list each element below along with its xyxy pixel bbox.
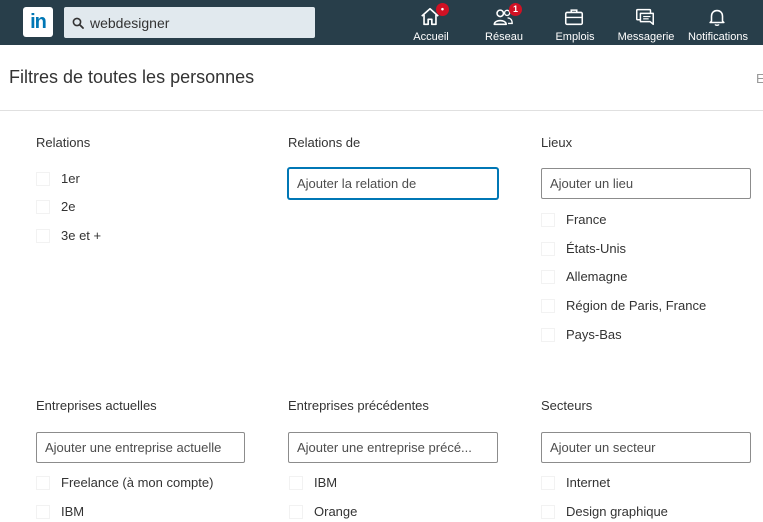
option-label: 2e (61, 199, 76, 214)
page-title: Filtres de toutes les personnes (9, 67, 255, 87)
briefcase-icon (564, 9, 584, 26)
option-relation-3[interactable]: 3e et + (36, 228, 101, 243)
checkbox[interactable] (36, 228, 50, 243)
nav-network[interactable]: 1 Réseau (484, 0, 524, 45)
section-entreprises-precedentes: Entreprises précédentes (288, 398, 429, 413)
option-relation-1[interactable]: 1er (36, 171, 80, 186)
option-secteur-2[interactable]: Design graphique (541, 504, 668, 519)
option-label: 3e et + (61, 228, 102, 243)
option-label: Pays-Bas (566, 327, 622, 342)
checkbox[interactable] (36, 171, 50, 186)
checkbox[interactable] (541, 212, 555, 227)
header-cut-text: E (756, 71, 763, 86)
checkbox[interactable] (541, 327, 555, 342)
section-title-entreprises-actuelles: Entreprises actuelles (36, 398, 157, 413)
home-badge: • (436, 3, 449, 16)
section-title-lieux: Lieux (541, 135, 573, 150)
option-label: Freelance (à mon compte) (61, 475, 214, 490)
option-entreprise-actuelle-1[interactable]: Freelance (à mon compte) (36, 475, 213, 490)
lieux-field[interactable] (541, 168, 751, 199)
search-input[interactable] (90, 8, 310, 37)
filters-header: Filtres de toutes les personnes E (0, 45, 763, 111)
option-label: IBM (61, 504, 85, 519)
secteurs-field[interactable] (541, 432, 751, 463)
section-entreprises-actuelles: Entreprises actuelles (36, 398, 157, 413)
section-lieux: Lieux (541, 135, 572, 150)
checkbox[interactable] (541, 475, 555, 490)
checkbox[interactable] (36, 475, 50, 490)
lieux-input[interactable] (542, 169, 750, 198)
linkedin-logo[interactable]: in (23, 7, 53, 37)
section-title-entreprises-precedentes: Entreprises précédentes (288, 398, 429, 413)
checkbox[interactable] (541, 298, 555, 313)
nav-jobs[interactable]: Emplois (554, 0, 596, 45)
option-label: 1er (61, 171, 80, 186)
option-entreprise-precedente-1[interactable]: IBM (289, 475, 337, 490)
option-label: Design graphique (566, 504, 668, 519)
secteurs-input[interactable] (542, 433, 750, 462)
nav-notifications[interactable]: Notifications (684, 0, 752, 45)
nav-jobs-label: Emplois (555, 31, 595, 43)
option-label: France (566, 212, 607, 227)
checkbox[interactable] (541, 269, 555, 284)
option-secteur-1[interactable]: Internet (541, 475, 610, 490)
entreprises-precedentes-field[interactable] (288, 432, 498, 463)
option-label: Région de Paris, France (566, 298, 707, 313)
section-relations: Relations (36, 135, 90, 150)
nav-home-label: Accueil (413, 31, 449, 43)
nav-messaging[interactable]: Messagerie (617, 0, 675, 45)
search-box[interactable] (64, 7, 315, 38)
section-title-secteurs: Secteurs (541, 398, 593, 413)
relations-de-field[interactable] (288, 168, 498, 199)
network-badge: 1 (509, 3, 522, 16)
entreprises-precedentes-input[interactable] (289, 433, 497, 462)
option-lieu-1[interactable]: France (541, 212, 606, 227)
top-nav-bar: in • Accueil 1 Réseau (0, 0, 763, 45)
checkbox[interactable] (36, 199, 50, 214)
option-label: Allemagne (566, 269, 628, 284)
checkbox[interactable] (289, 504, 303, 519)
option-lieu-3[interactable]: Allemagne (541, 269, 627, 284)
option-relation-2[interactable]: 2e (36, 199, 75, 214)
entreprises-actuelles-input[interactable] (37, 433, 244, 462)
checkbox[interactable] (541, 241, 555, 256)
nav-network-label: Réseau (485, 31, 523, 43)
option-lieu-2[interactable]: États-Unis (541, 241, 626, 256)
option-lieu-5[interactable]: Pays-Bas (541, 327, 622, 342)
option-lieu-4[interactable]: Région de Paris, France (541, 298, 706, 313)
nav-messaging-label: Messagerie (617, 31, 675, 43)
option-entreprise-precedente-2[interactable]: Orange (289, 504, 357, 519)
checkbox[interactable] (289, 475, 303, 490)
section-relations-de: Relations de (288, 135, 360, 150)
section-title-relations: Relations (36, 135, 91, 150)
option-label: Orange (314, 504, 358, 519)
relations-de-input[interactable] (289, 169, 497, 198)
logo-text: in (30, 11, 47, 33)
messaging-icon (636, 8, 654, 26)
checkbox[interactable] (36, 504, 50, 519)
option-entreprise-actuelle-2[interactable]: IBM (36, 504, 84, 519)
entreprises-actuelles-field[interactable] (36, 432, 245, 463)
checkbox[interactable] (541, 504, 555, 519)
section-title-relations-de: Relations de (288, 135, 361, 150)
section-secteurs: Secteurs (541, 398, 592, 413)
search-icon (72, 17, 84, 29)
option-label: États-Unis (566, 241, 626, 256)
option-label: Internet (566, 475, 611, 490)
option-label: IBM (314, 475, 338, 490)
nav-home[interactable]: • Accueil (412, 0, 450, 45)
bell-icon (709, 9, 725, 26)
nav-notifications-label: Notifications (688, 31, 748, 43)
